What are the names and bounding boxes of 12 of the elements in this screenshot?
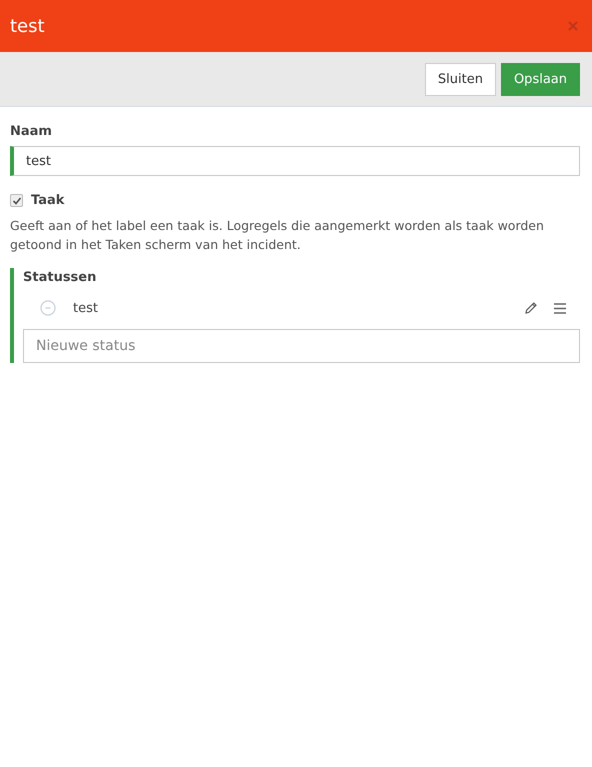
drag-handle-icon[interactable] <box>554 302 566 314</box>
status-name: test <box>73 300 99 316</box>
close-button[interactable]: Sluiten <box>424 62 496 96</box>
section-title: Statussen <box>23 270 98 285</box>
description-text: Geeft aan of het label een taak is. Logregels die aangemerkt worden als taak worden getoond in het Taken scherm van het incident. <box>10 217 545 254</box>
pencil-icon[interactable] <box>524 301 538 315</box>
checkbox[interactable] <box>10 194 23 207</box>
checkbox-label: Taak <box>31 193 64 208</box>
window-title: test <box>10 16 45 36</box>
name-field[interactable]: test <box>10 146 580 176</box>
field-label: Naam <box>10 124 53 139</box>
new-status-field[interactable]: Nieuwe status <box>23 329 580 363</box>
